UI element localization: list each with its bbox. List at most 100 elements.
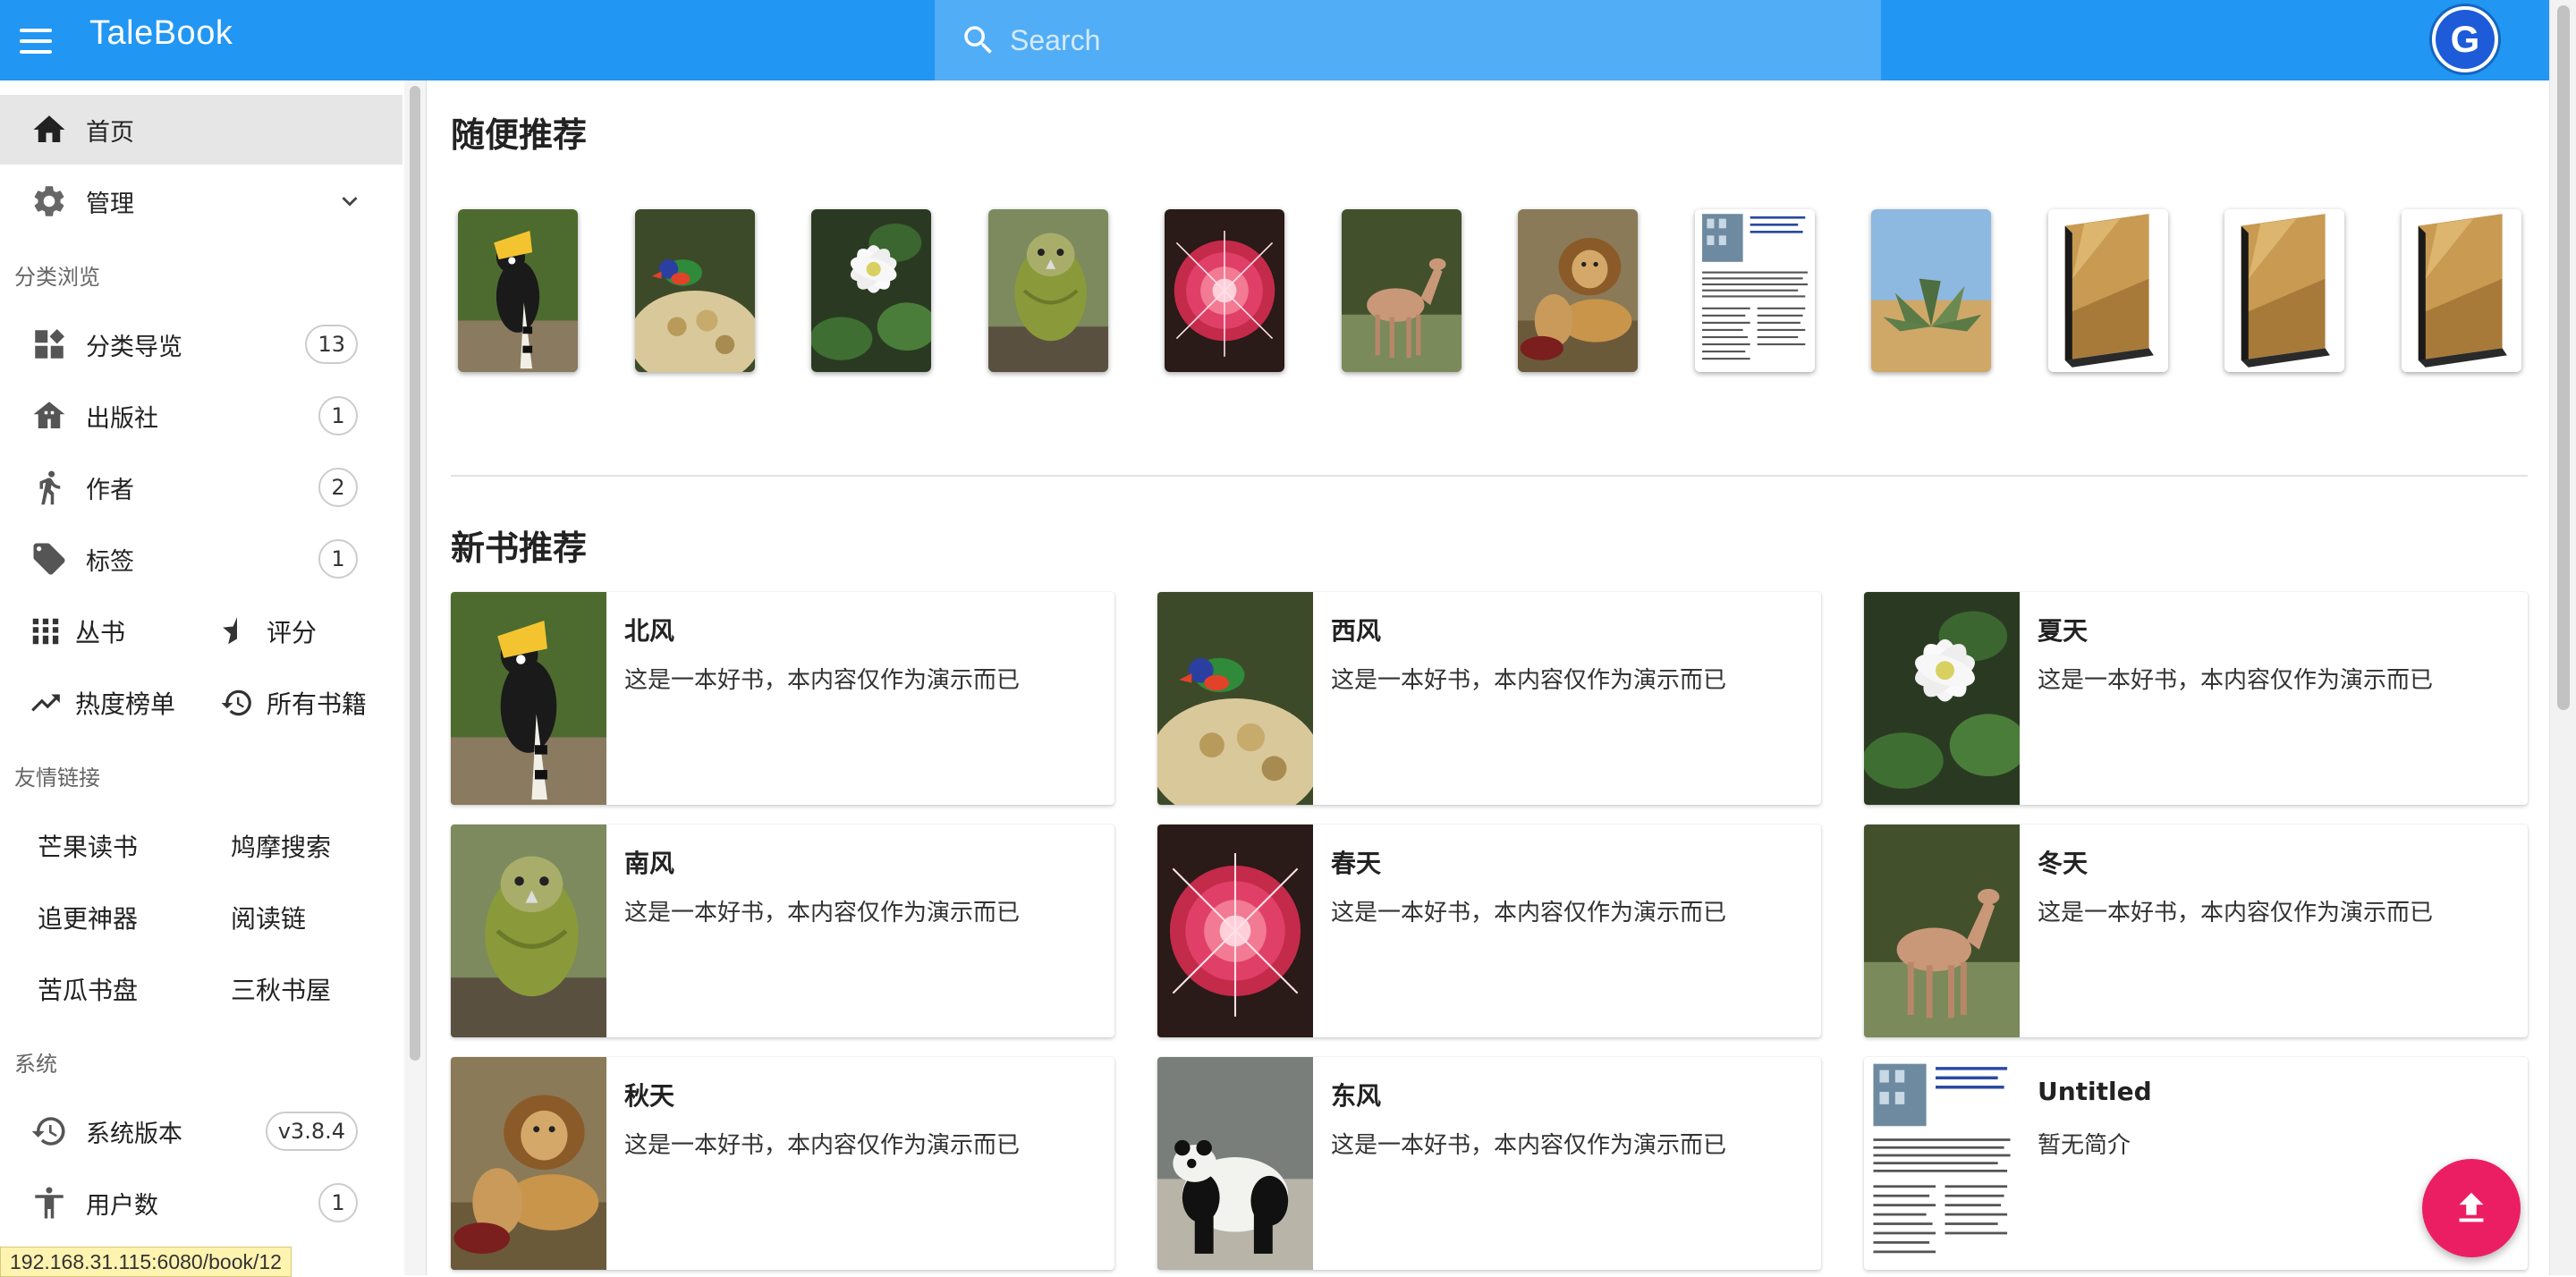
book-thumbnail bbox=[1864, 592, 2020, 805]
author-icon bbox=[30, 469, 68, 506]
sidebar-item-tags[interactable]: 标签 1 bbox=[0, 524, 402, 594]
sidebar-item-manage[interactable]: 管理 bbox=[0, 166, 402, 236]
book-card[interactable]: 南风 这是一本好书，本内容仅作为演示而已 bbox=[451, 825, 1114, 1037]
sidebar-item-home[interactable]: 首页 bbox=[0, 95, 402, 165]
sidebar-item-label: 用户数 bbox=[86, 1191, 158, 1220]
book-cover[interactable] bbox=[458, 209, 578, 372]
book-cover[interactable] bbox=[1165, 209, 1284, 372]
upload-icon bbox=[2459, 1192, 2484, 1222]
star-half-icon bbox=[220, 614, 254, 648]
friend-link[interactable]: 芒果读书 bbox=[38, 828, 138, 864]
book-card[interactable]: 夏天这是一本好书，本内容仅作为演示而已 bbox=[1864, 592, 2528, 805]
book-cover[interactable] bbox=[811, 209, 931, 372]
version-badge: v3.8.4 bbox=[265, 1112, 358, 1151]
friend-link[interactable]: 追更神器 bbox=[38, 900, 138, 935]
book-description: 暂无简介 bbox=[2038, 1132, 2131, 1159]
book-card[interactable]: 冬天这是一本好书，本内容仅作为演示而已 bbox=[1864, 825, 2528, 1037]
book-title[interactable]: 北风 bbox=[624, 612, 674, 647]
book-thumbnail bbox=[1157, 1057, 1313, 1270]
sidebar-item-users[interactable]: 用户数 1 bbox=[0, 1168, 402, 1238]
sidebar-item-label: 热度榜单 bbox=[75, 689, 176, 719]
sidebar-scrollbar-thumb[interactable] bbox=[410, 86, 420, 1061]
new-books-heading: 新书推荐 bbox=[451, 529, 588, 568]
count-badge: 13 bbox=[305, 325, 358, 364]
status-bar-url: 192.168.31.115:6080/book/12 bbox=[0, 1247, 292, 1277]
book-description: 这是一本好书，本内容仅作为演示而已 bbox=[1331, 900, 1727, 926]
book-thumbnail bbox=[1864, 825, 2020, 1037]
book-card[interactable]: 秋天这是一本好书，本内容仅作为演示而已 bbox=[451, 1057, 1114, 1270]
section-label-system: 系统 bbox=[14, 1052, 57, 1077]
book-card[interactable]: 东风这是一本好书，本内容仅作为演示而已 bbox=[1157, 1057, 1821, 1270]
sidebar-item-hot[interactable]: 热度榜单 bbox=[29, 672, 175, 734]
section-divider bbox=[451, 475, 2528, 477]
app-bar: TaleBook G bbox=[0, 0, 2549, 80]
section-label-browse: 分类浏览 bbox=[14, 265, 100, 290]
sidebar-item-categories[interactable]: 分类导览 13 bbox=[0, 309, 402, 379]
book-card[interactable]: Untitled 暂无简介 bbox=[1864, 1057, 2528, 1270]
search-bar[interactable] bbox=[935, 0, 1881, 80]
count-badge: 1 bbox=[318, 1183, 358, 1222]
book-card[interactable]: 北风这是一本好书，本内容仅作为演示而已 bbox=[451, 592, 1114, 805]
page-scrollbar-thumb[interactable] bbox=[2557, 5, 2570, 710]
menu-icon[interactable] bbox=[16, 21, 55, 61]
home-icon bbox=[30, 111, 68, 148]
book-cover[interactable] bbox=[987, 209, 1108, 372]
book-title[interactable]: 春天 bbox=[1331, 844, 1381, 880]
user-avatar[interactable]: G bbox=[2429, 4, 2501, 75]
book-title[interactable]: 冬天 bbox=[2038, 844, 2088, 880]
category-icon bbox=[30, 326, 68, 363]
count-badge: 1 bbox=[318, 396, 358, 436]
sidebar-item-label: 所有书籍 bbox=[267, 689, 368, 719]
sidebar-item-label: 首页 bbox=[86, 118, 134, 147]
book-title[interactable]: 东风 bbox=[1331, 1077, 1381, 1112]
sidebar-item-all-books[interactable]: 所有书籍 bbox=[220, 672, 367, 734]
book-title[interactable]: 秋天 bbox=[624, 1077, 674, 1112]
sidebar-item-label: 系统版本 bbox=[86, 1120, 182, 1148]
book-title[interactable]: 西风 bbox=[1331, 612, 1381, 647]
series-icon bbox=[29, 614, 63, 648]
chevron-down-icon[interactable] bbox=[335, 186, 365, 216]
publisher-icon bbox=[30, 397, 68, 435]
book-description: 这是一本好书，本内容仅作为演示而已 bbox=[2038, 667, 2434, 694]
count-badge: 2 bbox=[318, 468, 358, 507]
book-thumbnail bbox=[451, 592, 606, 805]
friend-link[interactable]: 三秋书屋 bbox=[231, 971, 331, 1007]
sidebar: 首页 管理 分类浏览 分类导览 13 出版社 1 作者 2 标签 1 丛书 评分… bbox=[0, 80, 427, 1275]
book-title[interactable]: 夏天 bbox=[2038, 612, 2088, 647]
search-input[interactable] bbox=[1008, 13, 1817, 68]
app-title[interactable]: TaleBook bbox=[89, 14, 233, 53]
book-cover[interactable] bbox=[2047, 209, 2168, 372]
sidebar-item-authors[interactable]: 作者 2 bbox=[0, 452, 402, 522]
count-badge: 1 bbox=[318, 539, 358, 579]
book-card[interactable]: 西风 这是一本好书，本内容仅作为演示而已 bbox=[1157, 592, 1821, 805]
person-icon bbox=[30, 1184, 68, 1222]
book-title[interactable]: 南风 bbox=[624, 844, 674, 880]
sidebar-item-rating[interactable]: 评分 bbox=[220, 600, 317, 663]
main-content: 随便推荐 新书推荐 北风 这是一本好书，本内容仅作为演示而已 西风 这是一本好书，本内… bbox=[426, 80, 2549, 1275]
random-recommend-heading: 随便推荐 bbox=[451, 115, 588, 155]
book-description: 这是一本好书，本内容仅作为演示而已 bbox=[1331, 1132, 1727, 1159]
friend-link[interactable]: 鸠摩搜索 bbox=[231, 828, 331, 864]
book-cover[interactable] bbox=[1341, 209, 1462, 372]
friend-link[interactable]: 阅读链 bbox=[231, 900, 306, 935]
book-cover[interactable] bbox=[634, 209, 755, 372]
book-cover[interactable] bbox=[1694, 209, 1815, 372]
book-cover[interactable] bbox=[2224, 209, 2344, 372]
book-description: 这是一本好书，本内容仅作为演示而已 bbox=[624, 667, 1021, 694]
friend-link[interactable]: 苦瓜书盘 bbox=[38, 971, 138, 1007]
sidebar-item-publishers[interactable]: 出版社 1 bbox=[0, 381, 402, 451]
book-cover[interactable] bbox=[1871, 209, 1991, 372]
trending-up-icon bbox=[29, 686, 63, 720]
book-title[interactable]: Untitled bbox=[2038, 1077, 2152, 1106]
book-description: 这是一本好书，本内容仅作为演示而已 bbox=[624, 1132, 1021, 1159]
sidebar-item-version[interactable]: 系统版本 v3.8.4 bbox=[0, 1096, 402, 1166]
sidebar-scrollbar[interactable] bbox=[404, 80, 426, 1275]
avatar-logo-icon: G bbox=[2436, 10, 2495, 69]
page-scrollbar[interactable] bbox=[2549, 0, 2576, 1275]
book-cover[interactable] bbox=[1518, 209, 1638, 372]
upload-button[interactable] bbox=[2422, 1159, 2521, 1257]
book-card[interactable]: 春天这是一本好书，本内容仅作为演示而已 bbox=[1157, 825, 1821, 1037]
sidebar-item-series[interactable]: 丛书 bbox=[29, 600, 125, 663]
book-description: 这是一本好书，本内容仅作为演示而已 bbox=[2038, 900, 2434, 926]
book-cover[interactable] bbox=[2401, 209, 2521, 372]
